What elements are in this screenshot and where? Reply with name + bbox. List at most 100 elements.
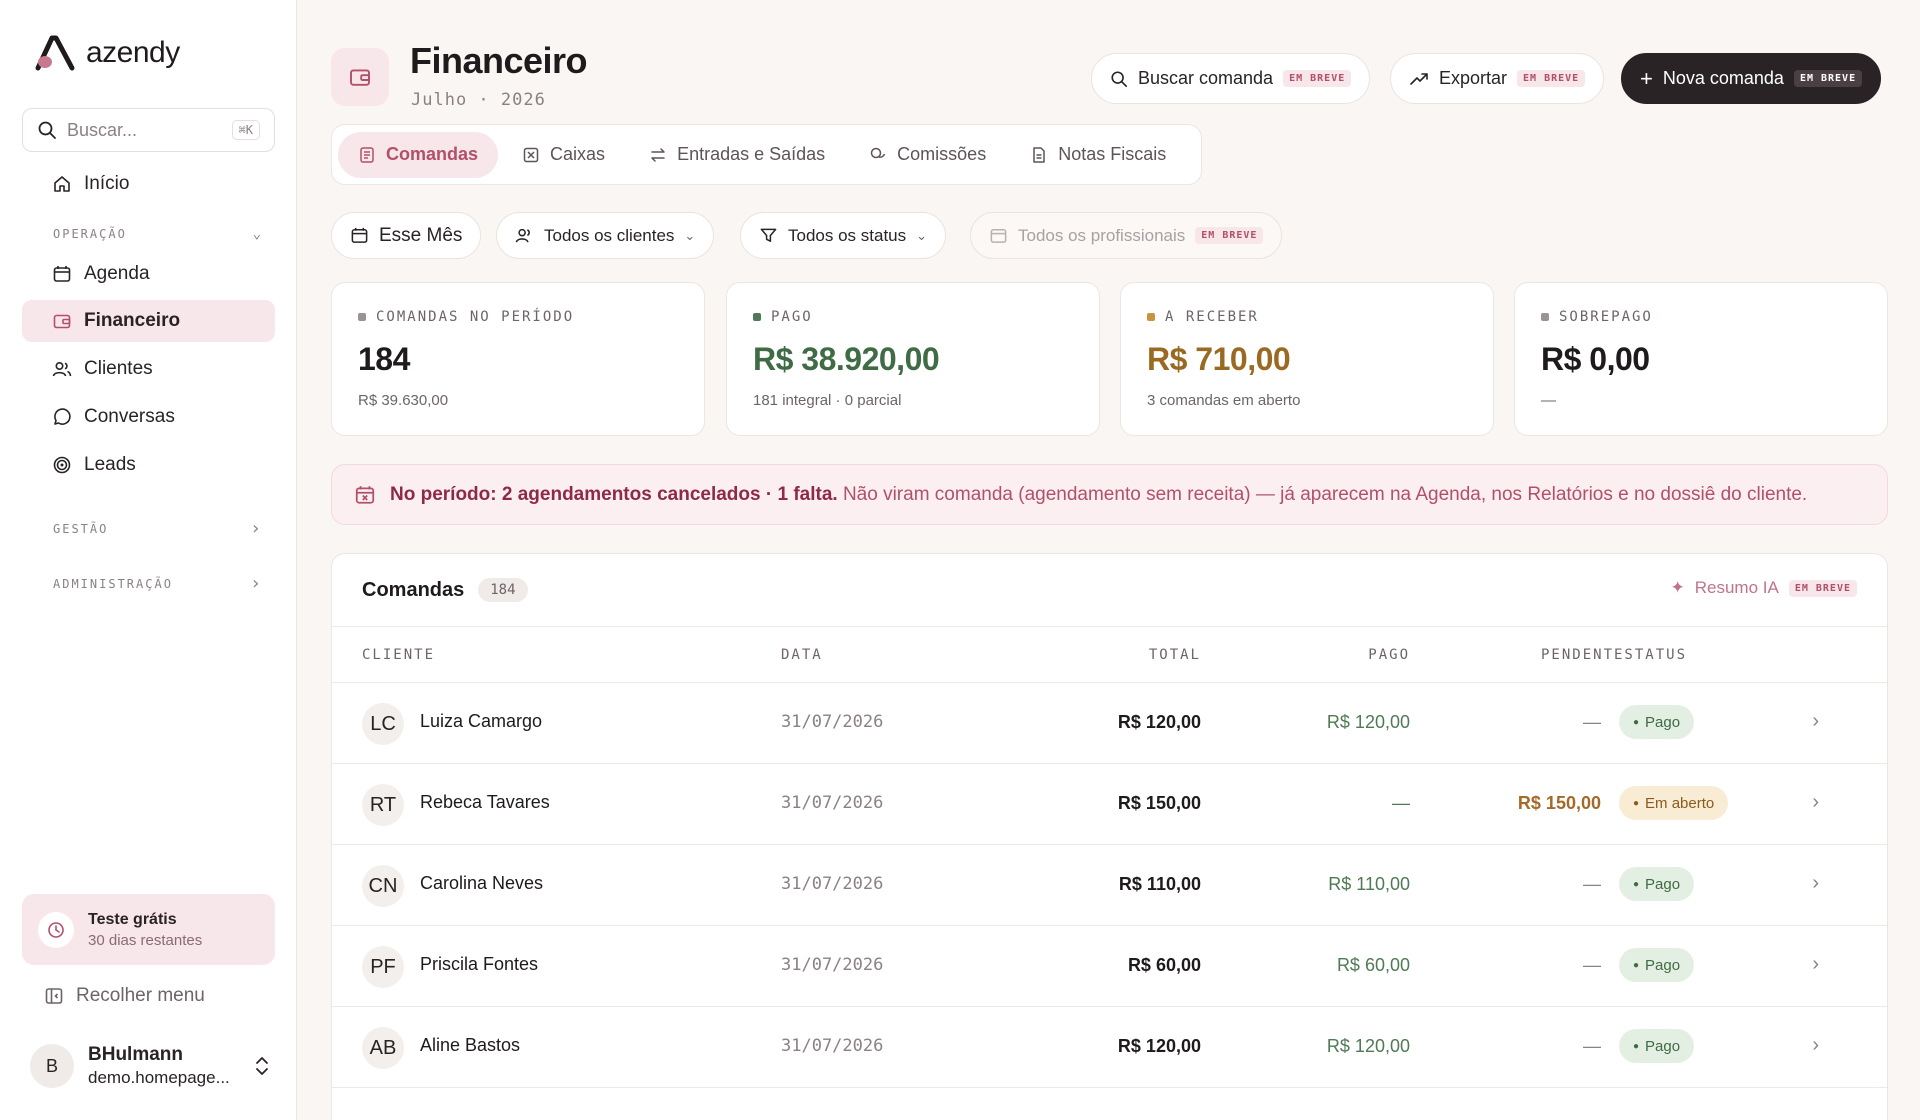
tab-label: Notas Fiscais	[1058, 144, 1167, 164]
sidebar-section-administracao[interactable]: ADMINISTRAÇÃO ›	[53, 573, 263, 594]
button-label: Exportar	[1439, 68, 1508, 88]
sidebar-section-gestao[interactable]: GESTÃO ›	[53, 518, 263, 539]
period-filter[interactable]: Esse Mês	[331, 212, 482, 259]
alert-bold-text: No período: 2 agendamentos cancelados · …	[390, 483, 838, 505]
stat-card-comandas: COMANDAS NO PERÍODO 184 R$ 39.630,00	[331, 282, 705, 436]
status-badge: ● Pago	[1619, 867, 1695, 901]
trial-card[interactable]: Teste grátis 30 dias restantes	[22, 894, 275, 965]
status-label: Pago	[1645, 1037, 1681, 1055]
tab-caixas[interactable]: Caixas	[502, 132, 625, 178]
sidebar-item-label: Clientes	[84, 358, 153, 379]
comanda-total: R$ 110,00	[1118, 874, 1201, 894]
chevron-right-icon[interactable]: ›	[1812, 791, 1819, 814]
sidebar-item-inicio[interactable]: Início	[22, 163, 275, 205]
sidebar-item-leads[interactable]: Leads	[22, 444, 275, 486]
chevron-up-down-icon	[256, 1057, 268, 1075]
user-menu[interactable]: B BHulmann demo.homepage...	[30, 1044, 270, 1088]
search-icon	[1111, 70, 1128, 87]
status-label: Pago	[1645, 956, 1681, 974]
chevron-right-icon[interactable]: ›	[1812, 953, 1819, 976]
comanda-paid: R$ 110,00	[1328, 874, 1410, 894]
column-header-pendente-status: PENDENTESTATUS	[1541, 647, 1688, 663]
table-row[interactable]: LC Luiza Camargo 31/07/2026 R$ 120,00 R$ 120…	[332, 683, 1887, 764]
trending-up-icon	[1410, 72, 1428, 85]
app-logo[interactable]: azendy	[34, 34, 180, 72]
tab-entradas-saidas[interactable]: Entradas e Saídas	[629, 132, 845, 178]
column-header-total: TOTAL	[1148, 647, 1201, 663]
coins-icon	[870, 147, 886, 158]
stat-subtitle: 181 integral · 0 parcial	[753, 392, 902, 409]
chevron-right-icon[interactable]: ›	[1812, 710, 1819, 733]
chevron-right-icon[interactable]: ›	[1812, 872, 1819, 895]
chevron-right-icon: ›	[250, 518, 263, 539]
filter-label: Todos os status	[788, 225, 907, 245]
status-dot-icon: ●	[1633, 959, 1640, 971]
page-subtitle: Julho · 2026	[411, 90, 546, 110]
table-row[interactable]: PF Priscila Fontes 31/07/2026 R$ 60,00 R$ 60…	[332, 926, 1887, 1007]
tab-notas-fiscais[interactable]: Notas Fiscais	[1010, 132, 1186, 178]
stat-card-pago: PAGO R$ 38.920,00 181 integral · 0 parci…	[726, 282, 1100, 436]
sidebar-item-financeiro[interactable]: Financeiro	[22, 300, 275, 342]
stat-label: A RECEBER	[1165, 309, 1259, 325]
search-comanda-button[interactable]: Buscar comanda EM BREVE	[1091, 53, 1371, 104]
client-name: Aline Bastos	[420, 1035, 521, 1055]
stat-card-sobrepago: SOBREPAGO R$ 0,00 —	[1514, 282, 1888, 436]
new-comanda-button[interactable]: + Nova comanda EM BREVE	[1621, 53, 1882, 104]
section-label: ADMINISTRAÇÃO	[53, 576, 173, 591]
comanda-total: R$ 120,00	[1117, 1036, 1201, 1056]
chevron-right-icon[interactable]: ›	[1812, 1034, 1819, 1057]
comanda-paid: R$ 120,00	[1326, 1036, 1410, 1056]
cash-register-icon	[523, 147, 539, 162]
azendy-logo-icon	[35, 35, 75, 71]
stat-value: 184	[358, 341, 410, 377]
target-icon	[53, 456, 71, 474]
comanda-paid: —	[1392, 793, 1410, 813]
export-button[interactable]: Exportar EM BREVE	[1390, 53, 1605, 104]
collapse-menu-label: Recolher menu	[76, 985, 205, 1006]
resumo-ia-button[interactable]: ✦ Resumo IA EM BREVE	[1670, 578, 1857, 598]
search-shortcut: ⌘K	[231, 120, 260, 140]
soon-badge: EM BREVE	[1517, 70, 1586, 87]
table-row[interactable]: CN Carolina Neves 31/07/2026 R$ 110,00 R$ 11…	[332, 845, 1887, 926]
sidebar-item-clientes[interactable]: Clientes	[22, 348, 275, 390]
chevron-right-icon: ›	[250, 573, 263, 594]
status-badge: ● Pago	[1619, 1029, 1695, 1063]
collapse-menu-button[interactable]: Recolher menu	[44, 985, 205, 1007]
status-label: Pago	[1645, 713, 1681, 731]
sidebar-item-conversas[interactable]: Conversas	[22, 396, 275, 438]
status-dot-icon: ●	[1633, 878, 1640, 890]
status-label: Em aberto	[1645, 794, 1715, 812]
stat-subtitle: —	[1541, 392, 1556, 409]
sidebar-item-agenda[interactable]: Agenda	[22, 253, 275, 295]
sidebar-search-input[interactable]: Buscar... ⌘K	[22, 108, 275, 152]
stat-card-a-receber: A RECEBER R$ 710,00 3 comandas em aberto	[1120, 282, 1494, 436]
calendar-x-icon	[355, 485, 375, 504]
tab-comandas[interactable]: Comandas	[338, 131, 499, 178]
button-label: Resumo IA	[1694, 578, 1779, 597]
button-label: Buscar comanda	[1138, 68, 1274, 88]
calendar-icon	[990, 229, 1007, 243]
arrows-exchange-icon	[651, 147, 665, 162]
sidebar-section-operacao[interactable]: OPERAÇÃO ⌄	[53, 226, 263, 242]
status-filter[interactable]: Todos os status ⌄	[740, 212, 947, 259]
table-row[interactable]: AB Aline Bastos 31/07/2026 R$ 120,00 R$ 120,…	[332, 1007, 1887, 1088]
table-count-badge: 184	[478, 578, 528, 602]
client-avatar: PF	[362, 946, 404, 988]
tab-comissoes[interactable]: Comissões	[849, 132, 1006, 178]
wallet-icon	[53, 314, 71, 329]
comanda-total: R$ 150,00	[1117, 793, 1201, 813]
alert-text: Não viram comanda (agendamento sem recei…	[842, 483, 1808, 505]
status-badge: ● Em aberto	[1619, 786, 1729, 820]
wallet-icon	[350, 69, 370, 86]
clients-filter[interactable]: Todos os clientes ⌄	[496, 212, 715, 259]
column-header-cliente: CLIENTE	[362, 647, 436, 663]
sidebar-collapse-icon	[45, 988, 63, 1004]
avatar: B	[30, 1044, 74, 1088]
soon-badge: EM BREVE	[1195, 227, 1264, 244]
plus-icon: +	[1640, 65, 1653, 91]
column-header-data: DATA	[781, 647, 823, 663]
table-row[interactable]: RT Rebeca Tavares 31/07/2026 R$ 150,00 — R$ 1…	[332, 764, 1887, 845]
status-badge: ● Pago	[1619, 705, 1695, 739]
client-avatar: RT	[362, 784, 404, 826]
stat-subtitle: R$ 39.630,00	[358, 392, 449, 409]
